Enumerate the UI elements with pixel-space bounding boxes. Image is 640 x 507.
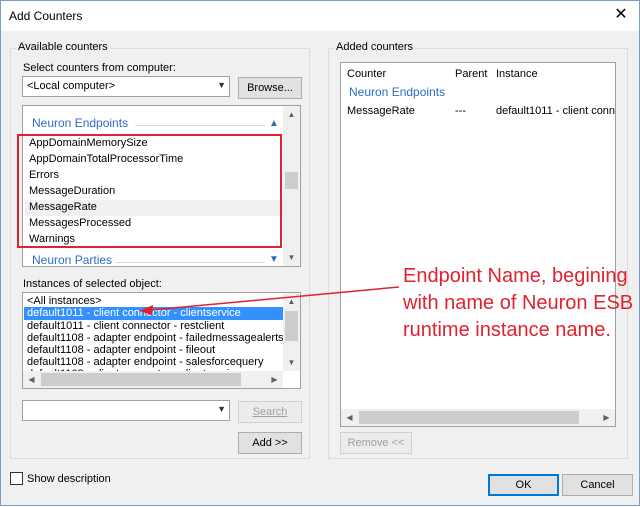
annotation-line: with name of Neuron ESB — [403, 292, 634, 314]
annotation-text: Endpoint Name, begining with name of Neu… — [403, 263, 639, 344]
annotation-line: Endpoint Name, begining — [403, 265, 628, 287]
add-counters-dialog: Add Counters ✕ Available counters Select… — [0, 0, 640, 506]
annotation-arrow — [139, 286, 400, 315]
annotation-line: runtime instance name. — [403, 319, 611, 341]
